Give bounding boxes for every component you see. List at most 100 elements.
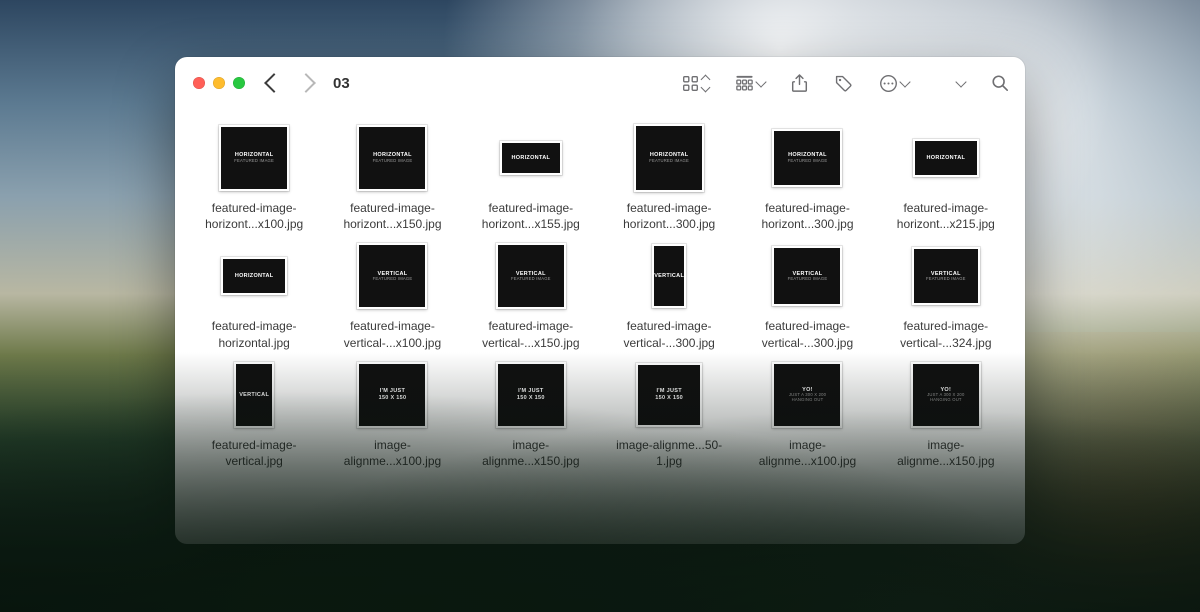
- thumbnail: I'M JUST 150 X 150: [636, 363, 702, 427]
- file-name: image-alignme...x150.jpg: [466, 437, 596, 469]
- thumbnail-text-secondary: FEATURED IMAGE: [788, 159, 828, 164]
- thumbnail-frame: VERTICALFEATURED IMAGE: [495, 240, 567, 312]
- thumbnail-frame: I'M JUST 150 X 150: [495, 359, 567, 431]
- thumbnail-frame: HORIZONTAL: [218, 240, 290, 312]
- folder-title: 03: [333, 75, 350, 92]
- file-item[interactable]: YO!JUST A 300 X 200 HANGING OUTimage-ali…: [740, 355, 874, 469]
- file-item[interactable]: VERTICALFEATURED IMAGE featured-image-ver…: [325, 236, 459, 350]
- file-item[interactable]: VERTICALFEATURED IMAGE featured-image-ver…: [464, 236, 598, 350]
- file-name: featured-image-horizont...300.jpg: [742, 200, 872, 232]
- forward-button[interactable]: [299, 76, 313, 90]
- thumbnail: HORIZONTAL: [500, 141, 562, 175]
- close-window-button[interactable]: [193, 77, 205, 89]
- file-name: featured-image-vertical-...300.jpg: [742, 318, 872, 350]
- search-icon: [991, 74, 1009, 92]
- search-button[interactable]: [991, 74, 1009, 92]
- file-name: featured-image-horizont...x150.jpg: [327, 200, 457, 232]
- file-name: image-alignme...x100.jpg: [327, 437, 457, 469]
- thumbnail: HORIZONTALFEATURED IMAGE: [772, 129, 842, 187]
- share-button[interactable]: [791, 74, 808, 93]
- file-item[interactable]: I'M JUST 150 X 150 image-alignme...50-1.j…: [602, 355, 736, 469]
- thumbnail: VERTICALFEATURED IMAGE: [357, 243, 427, 309]
- file-name: featured-image-vertical-...x100.jpg: [327, 318, 457, 350]
- file-item[interactable]: VERTICAL featured-image-vertical.jpg: [187, 355, 321, 469]
- file-name: featured-image-horizont...300.jpg: [604, 200, 734, 232]
- window-controls: [193, 77, 245, 89]
- file-item[interactable]: VERTICALFEATURED IMAGEfeatured-image-ver…: [879, 236, 1013, 350]
- minimize-window-button[interactable]: [213, 77, 225, 89]
- tags-button[interactable]: [834, 74, 853, 93]
- group-button[interactable]: [735, 75, 765, 92]
- thumbnail-frame: HORIZONTALFEATURED IMAGE: [771, 122, 843, 194]
- thumbnail-frame: HORIZONTAL: [495, 122, 567, 194]
- file-item[interactable]: VERTICALfeatured-image-vertical-...300.j…: [602, 236, 736, 350]
- thumbnail: YO!JUST A 300 X 200 HANGING OUT: [772, 362, 842, 428]
- thumbnail-frame: VERTICALFEATURED IMAGE: [356, 240, 428, 312]
- ellipsis-circle-icon: [879, 74, 898, 93]
- thumbnail: VERTICALFEATURED IMAGE: [912, 247, 980, 305]
- file-item[interactable]: VERTICALFEATURED IMAGE featured-image-ver…: [740, 236, 874, 350]
- thumbnail-text-secondary: JUST A 300 X 200 HANGING OUT: [789, 393, 826, 403]
- finder-toolbar: 03: [175, 57, 1025, 110]
- file-name: featured-image-horizontal.jpg: [189, 318, 319, 350]
- file-item[interactable]: HORIZONTALfeatured-image-horizont...x155…: [464, 118, 598, 232]
- more-actions-button[interactable]: [879, 74, 909, 93]
- file-item[interactable]: HORIZONTALFEATURED IMAGE featured-image-h…: [602, 118, 736, 232]
- file-item[interactable]: HORIZONTALFEATURED IMAGE featured-image-h…: [740, 118, 874, 232]
- thumbnail-text-secondary: FEATURED IMAGE: [788, 277, 828, 282]
- thumbnail: HORIZONTALFEATURED IMAGE: [634, 124, 704, 192]
- thumbnail-text-primary: I'M JUST 150 X 150: [655, 388, 683, 401]
- thumbnail-text-primary: VERTICAL: [654, 273, 684, 279]
- thumbnail: HORIZONTALFEATURED IMAGE: [357, 125, 427, 191]
- file-item[interactable]: YO!JUST A 300 X 200 HANGING OUT image-ali…: [879, 355, 1013, 469]
- grid-icon: [682, 75, 699, 92]
- file-item[interactable]: I'M JUST 150 X 150 image-alignme...x100.j…: [325, 355, 459, 469]
- file-name: image-alignme...50-1.jpg: [604, 437, 734, 469]
- view-icon-button[interactable]: [682, 75, 709, 92]
- thumbnail-text-primary: I'M JUST 150 X 150: [379, 388, 407, 401]
- thumbnail-text-secondary: FEATURED IMAGE: [373, 159, 413, 164]
- thumbnail: I'M JUST 150 X 150: [357, 362, 427, 428]
- updown-chevron-icon: [702, 76, 709, 91]
- thumbnail-frame: YO!JUST A 300 X 200 HANGING OUT: [771, 359, 843, 431]
- thumbnail-frame: VERTICALFEATURED IMAGE: [910, 240, 982, 312]
- thumbnail: HORIZONTALFEATURED IMAGE: [219, 125, 289, 191]
- thumbnail-frame: HORIZONTALFEATURED IMAGE: [218, 122, 290, 194]
- tag-icon: [834, 74, 853, 93]
- finder-window: 03: [175, 57, 1025, 544]
- thumbnail: VERTICALFEATURED IMAGE: [772, 246, 842, 306]
- thumbnail: VERTICAL: [234, 362, 274, 428]
- thumbnail-text-primary: HORIZONTAL: [235, 273, 274, 279]
- file-name: image-alignme...x150.jpg: [881, 437, 1011, 469]
- thumbnail-frame: VERTICALFEATURED IMAGE: [771, 240, 843, 312]
- file-item[interactable]: HORIZONTALfeatured-image-horizont...x215…: [879, 118, 1013, 232]
- file-name: featured-image-vertical-...x150.jpg: [466, 318, 596, 350]
- file-browser-content[interactable]: HORIZONTALFEATURED IMAGEfeatured-image-h…: [175, 110, 1025, 544]
- file-item[interactable]: HORIZONTAL featured-image-horizontal.jpg: [187, 236, 321, 350]
- thumbnail: HORIZONTAL: [221, 257, 287, 295]
- file-item[interactable]: HORIZONTALFEATURED IMAGE featured-image-h…: [187, 118, 321, 232]
- nav-buttons: [267, 76, 313, 90]
- thumbnail-frame: VERTICAL: [633, 240, 705, 312]
- back-button[interactable]: [267, 76, 281, 90]
- thumbnail-frame: I'M JUST 150 X 150: [356, 359, 428, 431]
- thumbnail: HORIZONTAL: [913, 139, 979, 177]
- thumbnail-text-primary: I'M JUST 150 X 150: [517, 388, 545, 401]
- file-name: featured-image-vertical.jpg: [189, 437, 319, 469]
- file-name: featured-image-horizont...x100.jpg: [189, 200, 319, 232]
- thumbnail: I'M JUST 150 X 150: [496, 362, 566, 428]
- zoom-window-button[interactable]: [233, 77, 245, 89]
- overflow-button[interactable]: [957, 78, 965, 88]
- chevron-down-icon: [755, 76, 766, 87]
- thumbnail: VERTICAL: [652, 244, 686, 308]
- thumbnail-frame: YO!JUST A 300 X 200 HANGING OUT: [910, 359, 982, 431]
- file-item[interactable]: I'M JUST 150 X 150 image-alignme...x150.j…: [464, 355, 598, 469]
- file-item[interactable]: HORIZONTALFEATURED IMAGE featured-image-h…: [325, 118, 459, 232]
- thumbnail: YO!JUST A 300 X 200 HANGING OUT: [911, 362, 981, 428]
- chevron-down-icon: [955, 76, 966, 87]
- file-grid: HORIZONTALFEATURED IMAGEfeatured-image-h…: [187, 118, 1013, 469]
- thumbnail-text-secondary: FEATURED IMAGE: [234, 159, 274, 164]
- thumbnail-text-primary: HORIZONTAL: [926, 155, 965, 161]
- thumbnail-text-secondary: FEATURED IMAGE: [649, 159, 689, 164]
- toolbar-right: [682, 74, 1009, 93]
